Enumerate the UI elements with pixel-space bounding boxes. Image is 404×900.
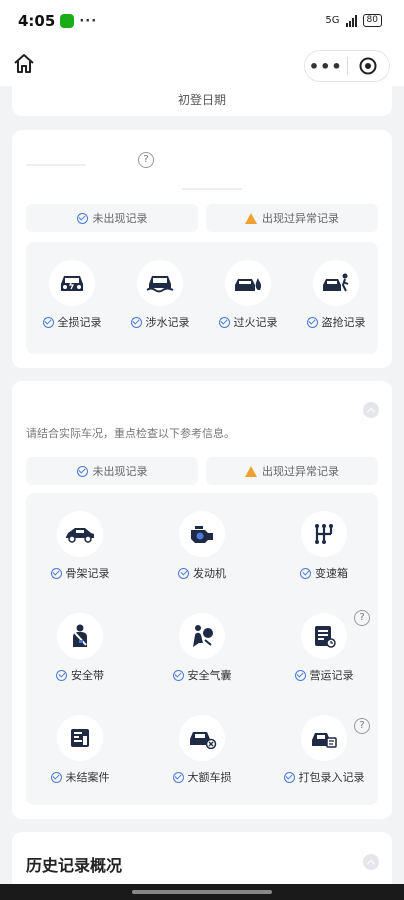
close-target-button[interactable] (348, 57, 390, 75)
battery-icon: 80 (362, 14, 382, 27)
legend-normal-label: 未出现记录 (92, 212, 148, 225)
item-label: 全损记录 (57, 316, 102, 329)
blurred-text (182, 188, 242, 190)
check-icon (300, 567, 311, 579)
seatbelt-icon (57, 613, 103, 659)
home-icon[interactable] (12, 52, 36, 76)
network-label: 5G (325, 15, 340, 26)
item-gearbox[interactable]: 变速箱 (278, 511, 370, 581)
item-fire[interactable]: 过火记录 (202, 260, 294, 330)
legend-abnormal: 出现过异常记录 (206, 457, 378, 485)
collapse-toggle-icon[interactable] (363, 402, 379, 418)
system-indicators: 5G 80 (325, 14, 382, 27)
legend-abnormal-label: 出现过异常记录 (262, 465, 339, 478)
item-label: 未结案件 (65, 771, 110, 784)
car-flood-icon (137, 260, 183, 306)
signal-icon (345, 14, 357, 27)
item-open-case[interactable]: 未结案件 (34, 715, 126, 785)
item-label: 涉水记录 (145, 316, 190, 329)
check-icon (76, 212, 88, 224)
accident-record-card: ? 未出现记录 出现过异常记录 全损记录 涉水记录 过火记录 盗抢记录 (12, 130, 392, 368)
check-icon (130, 316, 142, 328)
wechat-icon (60, 14, 75, 28)
key-inspection-card: 请结合实际车况，重点检查以下参考信息。 未出现记录 出现过异常记录 ? ? 骨架… (12, 381, 392, 819)
item-label: 安全带 (71, 669, 104, 682)
gearbox-icon (301, 511, 347, 557)
legend-normal-label: 未出现记录 (92, 465, 148, 478)
check-icon (56, 669, 67, 681)
item-label: 发动机 (193, 567, 226, 580)
check-icon (50, 771, 62, 783)
legend-normal: 未出现记录 (26, 457, 198, 485)
open-case-icon (57, 715, 103, 761)
home-indicator-bar (0, 884, 404, 900)
status-time: 4:05 (18, 12, 56, 30)
help-icon[interactable]: ? (138, 152, 154, 168)
legend-abnormal-label: 出现过异常记录 (262, 212, 339, 225)
legend-normal: 未出现记录 (26, 204, 198, 232)
check-icon (283, 771, 295, 783)
check-icon (178, 567, 189, 579)
commercial-doc-icon (301, 613, 347, 659)
car-fire-icon (225, 260, 271, 306)
check-icon (172, 669, 184, 681)
registration-card: 初登日期 (12, 86, 392, 116)
notification-dots: ··· (79, 13, 98, 29)
airbag-icon (179, 613, 225, 659)
item-label: 打包录入记录 (298, 771, 365, 784)
blurred-text (26, 164, 86, 166)
item-label: 营运记录 (309, 669, 354, 682)
car-front-icon (49, 260, 95, 306)
check-icon (218, 316, 230, 328)
more-menu-button[interactable]: ••• (305, 57, 347, 76)
item-engine[interactable]: 发动机 (156, 511, 248, 581)
warning-icon (245, 465, 257, 477)
check-icon (306, 316, 318, 328)
accident-items-panel: 全损记录 涉水记录 过火记录 盗抢记录 (26, 242, 378, 354)
item-label: 盗抢记录 (321, 316, 366, 329)
item-flood[interactable]: 涉水记录 (114, 260, 206, 330)
item-label: 大额车损 (187, 771, 232, 784)
check-icon (172, 771, 184, 783)
collapse-toggle-icon[interactable] (363, 854, 379, 870)
item-frame[interactable]: 骨架记录 (34, 511, 126, 581)
engine-icon (179, 511, 225, 557)
nav-bar: ••• (0, 44, 404, 86)
item-airbag[interactable]: 安全气囊 (156, 613, 248, 683)
car-side-icon (57, 511, 103, 557)
car-theft-icon (313, 260, 359, 306)
warning-icon (245, 212, 257, 224)
history-overview-card: 历史记录概况 (12, 832, 392, 892)
check-icon (42, 316, 54, 328)
status-bar: 4:05 ··· 5G 80 (0, 0, 404, 44)
check-icon (294, 669, 306, 681)
item-bundle-record[interactable]: 打包录入记录 (278, 715, 370, 785)
item-seatbelt[interactable]: 安全带 (34, 613, 126, 683)
status-time-group: 4:05 ··· (18, 12, 97, 30)
miniprogram-capsule: ••• (304, 50, 390, 82)
item-label: 安全气囊 (187, 669, 232, 682)
major-damage-icon (179, 715, 225, 761)
item-theft[interactable]: 盗抢记录 (290, 260, 382, 330)
item-label: 过火记录 (233, 316, 278, 329)
item-total-loss[interactable]: 全损记录 (26, 260, 118, 330)
target-icon (359, 57, 377, 75)
item-commercial[interactable]: 营运记录 (278, 613, 370, 683)
inspection-items-panel: ? ? 骨架记录 发动机 变速箱 安全带 安全气囊 营运记录 未结案件 大额车损… (26, 493, 378, 805)
legend-abnormal: 出现过异常记录 (206, 204, 378, 232)
check-icon (50, 567, 62, 579)
history-overview-title: 历史记录概况 (26, 856, 123, 875)
item-major-damage[interactable]: 大额车损 (156, 715, 248, 785)
bundle-record-icon (301, 715, 347, 761)
check-icon (76, 465, 88, 477)
item-label: 变速箱 (315, 567, 348, 580)
item-label: 骨架记录 (65, 567, 110, 580)
inspection-hint: 请结合实际车况，重点检查以下参考信息。 (26, 427, 235, 440)
home-indicator[interactable] (132, 890, 272, 894)
registration-date-label: 初登日期 (177, 93, 226, 107)
